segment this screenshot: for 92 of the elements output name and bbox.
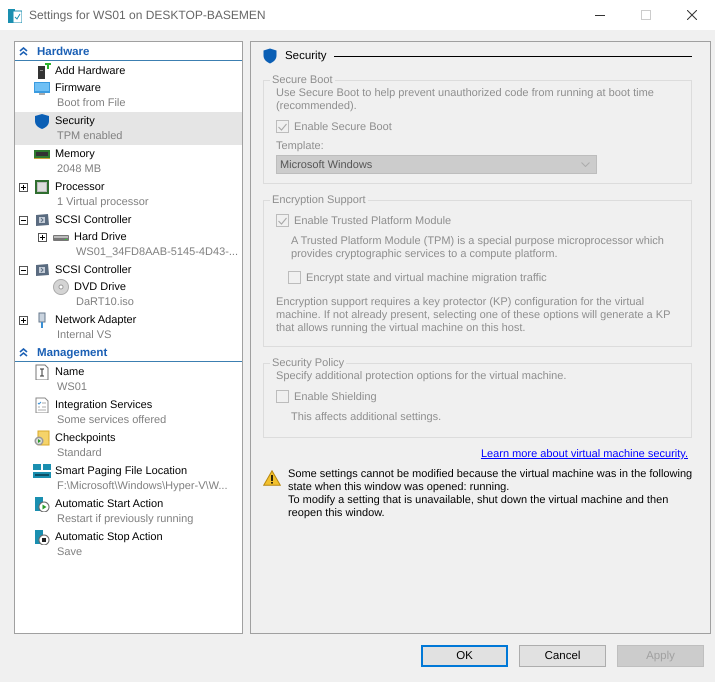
- description-text: Encryption support requires a key protector (KP) configuration for the virtual machine. If not already present, selecting one of these options will generate a KP that allows running the virtual machine on this host.: [276, 296, 672, 335]
- tree-item[interactable]: Automatic Start Action Restart if previously running: [15, 495, 242, 528]
- item-detail: WS01: [56, 380, 87, 395]
- expand-icon[interactable]: [19, 316, 28, 324]
- tree-item[interactable]: SCSI Controller: [15, 261, 242, 278]
- checkbox-label: Encrypt state and virtual machine migration traffic: [306, 272, 547, 284]
- expand-icon[interactable]: [19, 182, 28, 192]
- disc-icon: [52, 279, 70, 295]
- tree-item[interactable]: Memory 2048 MB: [15, 145, 242, 178]
- settings-sheet-icon: [8, 8, 22, 22]
- item-detail: Some services offered: [56, 413, 166, 428]
- warning-icon: [263, 470, 281, 486]
- field-label: Template:: [276, 140, 325, 153]
- item-detail: Boot from File: [56, 96, 126, 111]
- item-name: Network Adapter: [55, 313, 136, 328]
- processor-icon: [33, 179, 51, 195]
- help-link[interactable]: Learn more about virtual machine security.: [480, 448, 688, 460]
- text-document-icon: [33, 364, 51, 380]
- description-text: A Trusted Platform Module (TPM) is a special purpose microprocessor which provides cryptographic services to a compute platform.: [290, 235, 665, 261]
- play-server-icon: [33, 496, 51, 512]
- tree-item[interactable]: Automatic Stop Action Save: [15, 528, 242, 561]
- item-name: Checkpoints: [55, 431, 116, 446]
- warning-text: Some settings cannot be modified because the virtual machine was in the following state when this window was opened: running.: [288, 468, 694, 494]
- collapse-icon[interactable]: [19, 216, 28, 224]
- tree-item[interactable]: Processor 1 Virtual processor: [15, 178, 242, 211]
- collapse-chevron-icon: [19, 47, 28, 56]
- section-header[interactable]: Management: [15, 344, 242, 362]
- item-name: DVD Drive: [74, 280, 127, 295]
- item-name: Smart Paging File Location: [55, 464, 188, 479]
- item-detail: Restart if previously running: [56, 512, 194, 527]
- controller-icon: [33, 212, 51, 228]
- item-name: SCSI Controller: [55, 213, 132, 228]
- chevron-icon: [581, 162, 590, 167]
- shield-icon: [263, 48, 277, 64]
- item-name: Processor: [55, 180, 106, 195]
- item-name: Firmware: [55, 81, 102, 96]
- tree-item[interactable]: Firmware Boot from File: [15, 79, 242, 112]
- tree-item[interactable]: Security TPM enabled: [15, 112, 242, 145]
- collapse-icon[interactable]: [19, 266, 28, 274]
- group-title: Secure Boot: [271, 74, 334, 86]
- tree-item[interactable]: Add Hardware: [15, 62, 242, 79]
- item-name: Add Hardware: [55, 64, 126, 79]
- stop-server-icon: [33, 529, 51, 545]
- item-detail: Save: [56, 545, 84, 560]
- item-detail: DaRT10.iso: [75, 295, 134, 310]
- dialog-button[interactable]: Cancel: [519, 645, 606, 667]
- description-text: Use Secure Boot to help prevent unauthorized code from running at boot time (recommended).: [276, 87, 655, 113]
- shield-icon: [33, 113, 51, 129]
- item-detail: TPM enabled: [56, 129, 122, 144]
- item-name: Security: [55, 114, 96, 129]
- expand-icon[interactable]: [38, 232, 47, 242]
- tree-item[interactable]: Smart Paging File Location F:\Microsoft\Windows\Hyper-V\W...: [15, 462, 242, 495]
- close-icon: [687, 10, 697, 20]
- group-title: Encryption Support: [271, 194, 367, 206]
- description-text: This affects additional settings.: [290, 411, 442, 424]
- description-text: Specify additional protection options for the virtual machine.: [276, 370, 568, 383]
- item-name: SCSI Controller: [55, 263, 132, 278]
- item-name: Automatic Stop Action: [55, 530, 163, 545]
- tree-item[interactable]: SCSI Controller: [15, 211, 242, 228]
- warning-text: To modify a setting that is unavailable, shut down the virtual machine and then reopen this window.: [288, 494, 670, 520]
- tree-item[interactable]: Name WS01: [15, 363, 242, 396]
- tree-item[interactable]: DVD Drive DaRT10.iso: [34, 278, 242, 311]
- checklist-icon: [33, 397, 51, 413]
- tree-item[interactable]: Hard Drive WS01_34FD8AAB-5145-4D43-...: [34, 228, 242, 261]
- item-detail: 1 Virtual processor: [56, 195, 149, 210]
- folder-clock-icon: [33, 430, 51, 446]
- group-title: Security Policy: [271, 357, 346, 369]
- collapse-chevron-icon: [19, 348, 28, 357]
- item-detail: WS01_34FD8AAB-5145-4D43-...: [75, 245, 238, 260]
- controller-icon: [33, 262, 51, 278]
- item-name: Name: [55, 365, 86, 380]
- item-detail: F:\Microsoft\Windows\Hyper-V\W...: [56, 479, 228, 494]
- dialog-button[interactable]: OK: [421, 645, 508, 667]
- item-name: Memory: [55, 147, 96, 162]
- section-header[interactable]: Hardware: [15, 43, 242, 61]
- item-name: Hard Drive: [74, 230, 128, 245]
- tree-item[interactable]: Checkpoints Standard: [15, 429, 242, 462]
- window-title: Settings for WS01 on DESKTOP-BASEMEN: [29, 8, 267, 22]
- tree-item[interactable]: Integration Services Some services offered: [15, 396, 242, 429]
- maximize-icon: [641, 10, 651, 20]
- server-blocks-icon: [33, 463, 51, 479]
- item-name: Automatic Start Action: [55, 497, 164, 512]
- item-detail: Internal VS: [56, 328, 112, 343]
- item-detail: 2048 MB: [56, 162, 102, 177]
- item-name: Integration Services: [55, 398, 154, 413]
- tree-item[interactable]: Network Adapter Internal VS: [15, 311, 242, 344]
- checkbox-label: Enable Secure Boot: [294, 120, 392, 132]
- checkbox-label: Enable Shielding: [294, 390, 377, 402]
- item-detail: Standard: [56, 446, 103, 461]
- monitor-icon: [33, 80, 51, 96]
- section-title: Security: [285, 50, 327, 62]
- checkbox-label: Enable Trusted Platform Module: [294, 214, 452, 226]
